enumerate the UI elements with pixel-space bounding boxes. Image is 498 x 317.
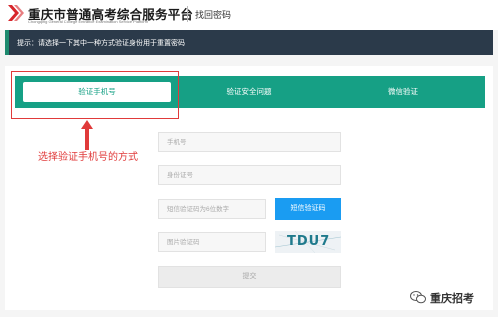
header-divider bbox=[187, 6, 188, 22]
captcha-image[interactable]: TDU7 bbox=[275, 231, 341, 253]
notice-text: 提示：请选择一下其中一种方式验证身份用于重置密码 bbox=[17, 40, 185, 47]
logo-icon bbox=[8, 5, 24, 21]
submit-button[interactable]: 提交 bbox=[158, 266, 341, 288]
captcha-text: TDU7 bbox=[287, 234, 331, 249]
site-header: 重庆市普通高考综合服务平台 Chongqing General College … bbox=[0, 0, 498, 30]
tab-verify-wechat[interactable]: 微信验证 bbox=[329, 76, 477, 108]
annotation-arrow-icon bbox=[81, 120, 93, 150]
site-subtitle: Chongqing General College Entrance Exami… bbox=[28, 19, 149, 24]
phone-input[interactable] bbox=[158, 132, 341, 152]
annotation-text: 选择验证手机号的方式 bbox=[38, 152, 138, 163]
wechat-icon bbox=[410, 291, 426, 304]
watermark-text: 重庆招考 bbox=[430, 293, 474, 305]
sms-code-input[interactable] bbox=[158, 199, 266, 219]
page-title: 找回密码 bbox=[195, 10, 232, 20]
get-sms-code-button[interactable]: 短信验证码 bbox=[275, 198, 341, 220]
id-number-input[interactable] bbox=[158, 165, 341, 185]
annotation-highlight-box bbox=[11, 71, 179, 119]
tab-verify-security-question[interactable]: 验证安全问题 bbox=[175, 76, 323, 108]
image-code-input[interactable] bbox=[158, 232, 266, 252]
notice-bar: 提示：请选择一下其中一种方式验证身份用于重置密码 bbox=[5, 30, 493, 55]
